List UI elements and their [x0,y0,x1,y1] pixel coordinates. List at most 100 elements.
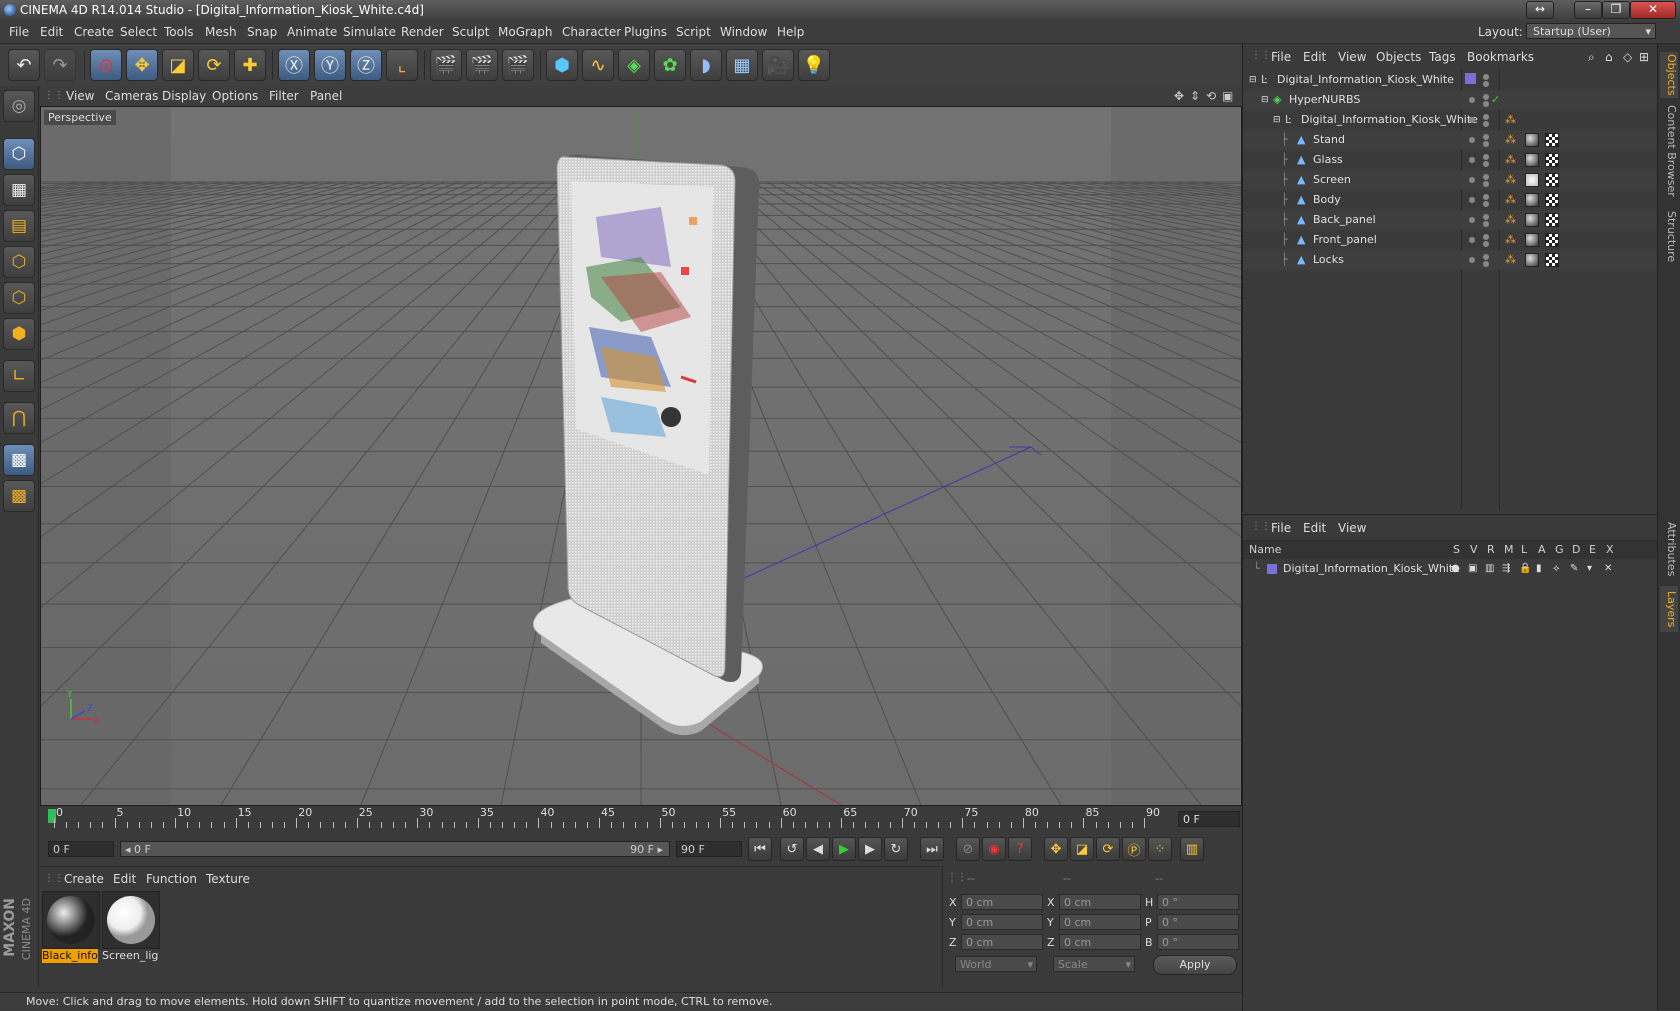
render-dot[interactable] [1483,81,1489,87]
render-settings-button[interactable]: 🎬 [502,49,534,81]
uvw-tag-icon[interactable] [1545,213,1559,227]
close-button[interactable]: ✕ [1630,1,1676,19]
viewport-toggle-icon[interactable]: ▣ [1222,89,1233,103]
menu-select[interactable]: Select [120,25,157,39]
render-dot[interactable] [1483,261,1489,267]
live-selection-button[interactable]: ⊙ [90,49,122,81]
layer-dot[interactable] [1469,217,1475,223]
manager-icon[interactable]: ⇶ [1502,559,1510,579]
resize-button[interactable]: ↔ [1526,1,1554,19]
collapse-icon[interactable]: ⊟ [1273,110,1281,130]
redo-button[interactable]: ↷ [44,49,76,81]
timeline-window-button[interactable]: ▥ [1180,837,1204,861]
phong-tag-icon[interactable]: ⁂ [1505,150,1516,170]
snap-button[interactable]: ⋂ [3,402,35,434]
camera-button[interactable]: 🎥 [762,49,794,81]
layer-dot[interactable] [1469,117,1475,123]
search-icon[interactable]: ⌕ [1588,50,1595,65]
phong-tag-icon[interactable]: ⁂ [1505,210,1516,230]
object-row[interactable]: ├ ▲ Body ⁂ [1243,190,1658,210]
layer-col-header[interactable]: A [1538,543,1546,556]
layer-col-header[interactable]: E [1589,543,1596,556]
objects-menu-edit[interactable]: Edit [1303,50,1326,64]
menu-file[interactable]: File [9,25,29,39]
objects-menu-bookmarks[interactable]: Bookmarks [1467,50,1534,64]
render-icon[interactable]: ▥ [1485,559,1494,579]
layer-col-header[interactable]: V [1470,543,1478,556]
uvw-tag-icon[interactable] [1545,193,1559,207]
layer-dot[interactable] [1469,177,1475,183]
expression-icon[interactable]: ▾ [1587,559,1592,579]
go-to-end-button[interactable]: ⏭ [920,837,944,861]
viewport-menu-display[interactable]: Display [162,89,206,103]
tab-structure[interactable]: Structure [1660,204,1678,270]
viewport-menu-options[interactable]: Options [212,89,258,103]
menu-create[interactable]: Create [74,25,114,39]
cube-primitive-button[interactable]: ⬢ [546,49,578,81]
visibility-dot[interactable] [1483,254,1489,260]
tag-icon[interactable]: ⁂ [1505,110,1516,130]
render-dot[interactable] [1483,141,1489,147]
rotate-tool-button[interactable]: ⟳ [198,49,230,81]
render-dot[interactable] [1483,241,1489,247]
material-tag-icon[interactable] [1525,253,1539,267]
viewport-rotate-icon[interactable]: ⟲ [1206,89,1216,103]
layer-col-header[interactable]: D [1572,543,1580,556]
menu-animate[interactable]: Animate [287,25,337,39]
layers-menu-edit[interactable]: Edit [1303,521,1326,535]
enabled-check-icon[interactable]: ✓ [1491,90,1500,110]
animation-icon[interactable]: ▮ [1536,559,1542,579]
start-frame-field[interactable]: 0 F [48,841,114,857]
material-thumb-black-info[interactable] [42,891,100,949]
layer-col-header[interactable]: S [1453,543,1460,556]
visibility-dot[interactable] [1483,174,1489,180]
next-key-button[interactable]: ↻ [884,837,908,861]
layout-select[interactable]: Startup (User) ▾ [1526,23,1656,39]
viewport-menu-panel[interactable]: Panel [310,89,342,103]
end-frame-field[interactable]: 90 F [676,841,742,857]
move-tool-button[interactable]: ✥ [126,49,158,81]
xref-icon[interactable]: ✕ [1604,559,1612,579]
visibility-dot[interactable] [1483,134,1489,140]
size-mode-select[interactable]: Scale ▾ [1053,956,1135,972]
menu-window[interactable]: Window [720,25,767,39]
layer-dot[interactable] [1469,157,1475,163]
layer-dot[interactable] [1469,257,1475,263]
visibility-dot[interactable] [1483,234,1489,240]
object-row[interactable]: ⊟ Ŀ Digital_Information_Kiosk_White ⁂ [1243,110,1658,130]
render-dot[interactable] [1483,101,1489,107]
material-tag-icon[interactable] [1525,193,1539,207]
render-picture-viewer-button[interactable]: 🎬 [466,49,498,81]
render-view-button[interactable]: 🎬 [430,49,462,81]
material-label-screen-light[interactable]: Screen_ligh [102,949,158,963]
keyframe-selection-button[interactable]: ? [1008,837,1032,861]
menu-mesh[interactable]: Mesh [205,25,237,39]
make-editable-button[interactable]: ◎ [3,90,35,122]
layers-menu-view[interactable]: View [1338,521,1366,535]
material-menu-function[interactable]: Function [146,872,197,886]
size-y-field[interactable]: 0 cm [1059,914,1141,930]
apply-button[interactable]: Apply [1153,955,1237,975]
object-row[interactable]: ⊟ Ŀ Digital_Information_Kiosk_White [1243,70,1658,90]
material-menu-create[interactable]: Create [64,872,104,886]
layers-menu-file[interactable]: File [1271,521,1291,535]
uvw-tag-icon[interactable] [1545,173,1559,187]
menu-tools[interactable]: Tools [164,25,194,39]
layer-col-header[interactable]: M [1504,543,1514,556]
pos-x-field[interactable]: 0 cm [961,894,1043,910]
mograph-cloner-button[interactable]: ✿ [654,49,686,81]
previous-key-button[interactable]: ↺ [780,837,804,861]
phong-tag-icon[interactable]: ⁂ [1505,190,1516,210]
spline-button[interactable]: ∿ [582,49,614,81]
layer-dot[interactable] [1469,237,1475,243]
visibility-dot[interactable] [1483,194,1489,200]
phong-tag-icon[interactable]: ⁂ [1505,130,1516,150]
new-window-icon[interactable]: ⊞ [1639,50,1649,64]
planar-workplane-button[interactable]: ▩ [3,480,35,512]
phong-tag-icon[interactable]: ⁂ [1505,250,1516,270]
x-axis-button[interactable]: Ⓧ [278,49,310,81]
key-scale-button[interactable]: ◪ [1070,837,1094,861]
rot-b-field[interactable]: 0 ° [1157,934,1239,950]
y-axis-button[interactable]: Ⓨ [314,49,346,81]
viewport-menu-filter[interactable]: Filter [269,89,299,103]
